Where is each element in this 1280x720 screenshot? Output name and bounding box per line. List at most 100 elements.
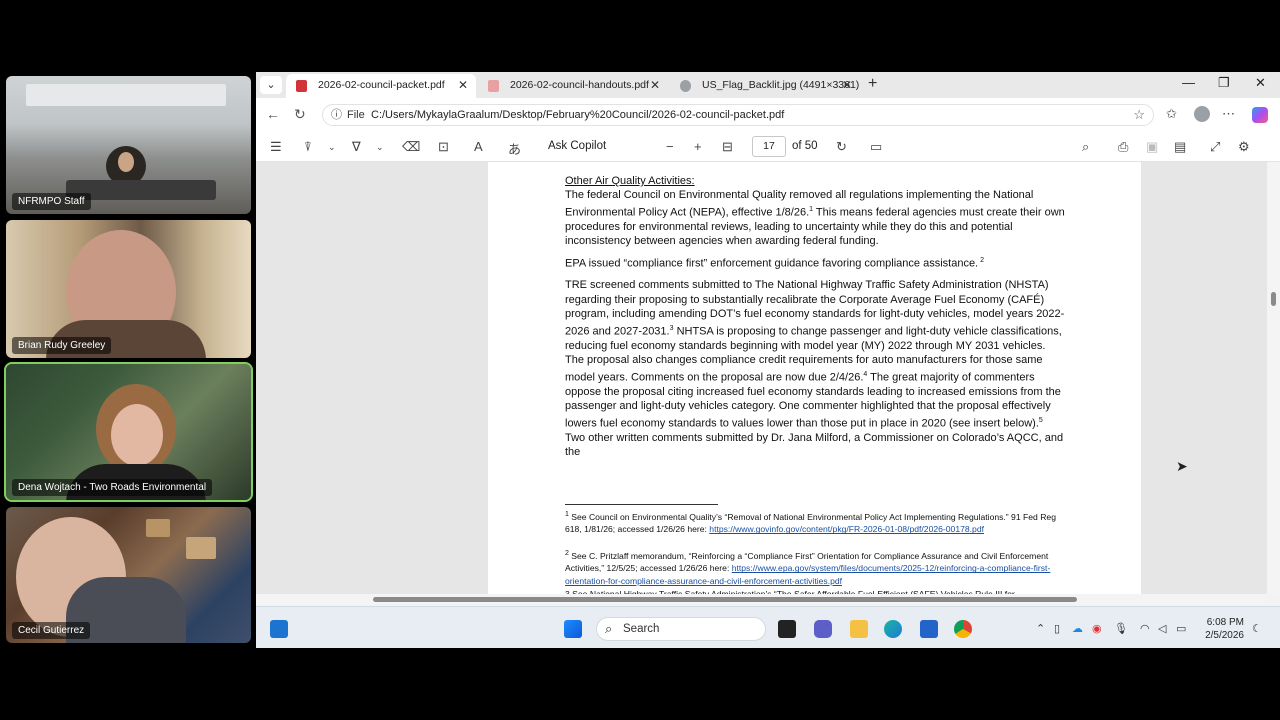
close-window-button[interactable]: ✕	[1255, 75, 1266, 91]
taskbar-search[interactable]: ⌕ Search	[596, 617, 766, 641]
cloud-icon[interactable]: ☁	[1072, 622, 1083, 635]
participant-name: Cecil Gutierrez	[12, 622, 91, 639]
address-bar[interactable]: ⓘ File C:/Users/MykaylaGraalum/Desktop/F…	[322, 104, 1154, 126]
horizontal-scrollbar[interactable]	[256, 594, 1267, 604]
chevron-up-icon[interactable]: ⌃	[1036, 622, 1045, 635]
rotate-icon[interactable]: ↻	[836, 139, 847, 155]
favorite-star-icon[interactable]: ☆	[1133, 105, 1145, 125]
windows-taskbar: ⌕ Search ⌃ ▯ ☁ ◉ 🎙 ◠ ◁ ▭ 6:08 PM 2/5/202…	[256, 606, 1280, 648]
zoom-out-icon[interactable]: −	[666, 139, 674, 154]
battery-icon[interactable]: ▭	[1176, 622, 1186, 635]
video-tile-brian-rudy-greeley[interactable]: Brian Rudy Greeley	[6, 220, 251, 358]
pdf-viewer[interactable]: Other Air Quality Activities: The federa…	[256, 162, 1280, 594]
task-view-icon[interactable]	[778, 620, 796, 638]
pdf-icon	[296, 80, 307, 92]
profile-avatar[interactable]	[1194, 106, 1210, 122]
system-clock[interactable]: 6:08 PM 2/5/2026	[1196, 616, 1244, 642]
gear-icon[interactable]: ⚙	[1238, 139, 1250, 155]
globe-icon	[680, 80, 691, 92]
print-icon[interactable]: ⎙	[1118, 139, 1128, 155]
chevron-down-icon[interactable]: ⌄	[328, 142, 336, 153]
scroll-thumb[interactable]	[1271, 292, 1276, 306]
usb-icon[interactable]: ▯	[1054, 622, 1060, 635]
address-bar-row: ← ↻ ⓘ File C:/Users/MykaylaGraalum/Deskt…	[256, 98, 1280, 132]
zoom-in-icon[interactable]: +	[694, 139, 702, 154]
paragraph-epa: EPA issued “compliance first” enforcemen…	[565, 257, 984, 270]
video-tile-dena-wojtach[interactable]: Dena Wojtach - Two Roads Environmental	[4, 362, 253, 502]
close-icon[interactable]: ✕	[458, 74, 468, 96]
video-tile-nfrmpo-staff[interactable]: NFRMPO Staff	[6, 76, 251, 214]
edge-icon[interactable]	[884, 620, 902, 638]
tab-actions-button[interactable]: ⌄	[260, 76, 282, 94]
fit-page-icon[interactable]: ⊟	[722, 139, 733, 155]
search-icon[interactable]: ⌕	[1082, 139, 1089, 155]
more-menu-icon[interactable]: ⋯	[1222, 106, 1235, 122]
wifi-icon[interactable]: ◠	[1140, 622, 1150, 635]
refresh-icon[interactable]: ↻	[294, 106, 306, 123]
tab-label: 2026-02-council-packet.pdf	[318, 79, 445, 91]
clock-time: 6:08 PM	[1206, 617, 1244, 628]
ask-copilot-button[interactable]: Ask Copilot	[548, 140, 606, 152]
paragraph-cafe: TRE screened comments submitted to The N…	[565, 279, 1065, 459]
copilot-icon[interactable]	[1252, 107, 1268, 123]
browser-window: ⌄ 2026-02-council-packet.pdf ✕ 2026-02-c…	[256, 72, 1280, 648]
chrome-icon[interactable]	[954, 620, 972, 638]
pdf-icon	[488, 80, 499, 92]
text-box-icon[interactable]: ⊡	[438, 139, 449, 155]
highlight-icon[interactable]: ⍒	[304, 139, 312, 155]
file-explorer-icon[interactable]	[850, 620, 868, 638]
widgets-icon[interactable]	[270, 620, 288, 638]
screen: NFRMPO Staff Brian Rudy Greeley Dena Woj…	[0, 0, 1280, 720]
volume-icon[interactable]: ◁	[1158, 622, 1166, 635]
teams-icon[interactable]	[814, 620, 832, 638]
vertical-scrollbar[interactable]	[1267, 162, 1280, 594]
restore-button[interactable]: ❐	[1218, 75, 1230, 91]
section-heading: Other Air Quality Activities:	[565, 175, 695, 187]
mouse-cursor-icon: ➤	[1176, 458, 1188, 474]
update-icon[interactable]: ◉	[1092, 622, 1102, 635]
tab-label: 2026-02-council-handouts.pdf	[510, 79, 649, 91]
tab-strip: ⌄ 2026-02-council-packet.pdf ✕ 2026-02-c…	[256, 72, 1280, 98]
save-as-icon[interactable]: ▤	[1174, 139, 1186, 155]
start-icon[interactable]	[564, 620, 582, 638]
file-scheme-label: File	[347, 109, 365, 121]
footnote-divider	[565, 504, 718, 505]
close-icon[interactable]: ✕	[842, 74, 852, 96]
tab-us-flag-image[interactable]: US_Flag_Backlit.jpg (4491×3361) ✕	[670, 74, 860, 98]
translate-icon[interactable]: あ	[508, 139, 521, 158]
footnote-1: 1 See Council on Environmental Quality’s…	[565, 511, 1056, 535]
notification-icon[interactable]: ☾	[1252, 622, 1262, 635]
fullscreen-icon[interactable]: ⤢	[1210, 139, 1220, 155]
info-icon[interactable]: ⓘ	[331, 105, 342, 125]
paragraph-nepa: The federal Council on Environmental Qua…	[565, 189, 1065, 248]
chevron-down-icon[interactable]: ⌄	[376, 142, 384, 153]
close-icon[interactable]: ✕	[650, 74, 660, 96]
pdf-toolbar: ☰ ⍒ ⌄ ∇ ⌄ ⌫ ⊡ A あ Ask Copilot − + ⊟ 17 o…	[256, 132, 1280, 162]
url-text[interactable]: C:/Users/MykaylaGraalum/Desktop/February…	[371, 105, 784, 125]
footnote-2: 2 See C. Pritzlaff memorandum, “Reinforc…	[565, 550, 1051, 587]
new-tab-button[interactable]: +	[868, 75, 877, 93]
page-view-icon[interactable]: ▭	[870, 139, 882, 155]
favorites-icon[interactable]: ✩	[1166, 106, 1177, 122]
search-icon: ⌕	[605, 621, 613, 636]
read-aloud-icon[interactable]: A	[474, 139, 483, 154]
tab-council-handouts[interactable]: 2026-02-council-handouts.pdf ✕	[478, 74, 668, 98]
video-tile-cecil-gutierrez[interactable]: Cecil Gutierrez	[6, 507, 251, 643]
pdf-page: Other Air Quality Activities: The federa…	[488, 162, 1141, 594]
store-icon[interactable]	[920, 620, 938, 638]
back-icon[interactable]: ←	[266, 106, 280, 122]
contents-icon[interactable]: ☰	[270, 139, 282, 155]
tab-council-packet[interactable]: 2026-02-council-packet.pdf ✕	[286, 74, 476, 98]
search-label: Search	[623, 623, 660, 635]
draw-icon[interactable]: ∇	[352, 139, 361, 155]
microphone-icon[interactable]: 🎙	[1114, 622, 1128, 635]
page-number-input[interactable]: 17	[752, 136, 786, 157]
scroll-thumb[interactable]	[373, 597, 1077, 602]
minimize-button[interactable]: —	[1182, 75, 1195, 90]
save-icon[interactable]: ▣	[1146, 139, 1158, 155]
tab-label: US_Flag_Backlit.jpg (4491×3361)	[702, 79, 860, 91]
participant-name: Dena Wojtach - Two Roads Environmental	[12, 479, 213, 496]
clock-date: 2/5/2026	[1205, 630, 1244, 641]
footnote-link[interactable]: https://www.govinfo.gov/content/pkg/FR-2…	[709, 524, 984, 534]
eraser-icon[interactable]: ⌫	[402, 139, 420, 155]
